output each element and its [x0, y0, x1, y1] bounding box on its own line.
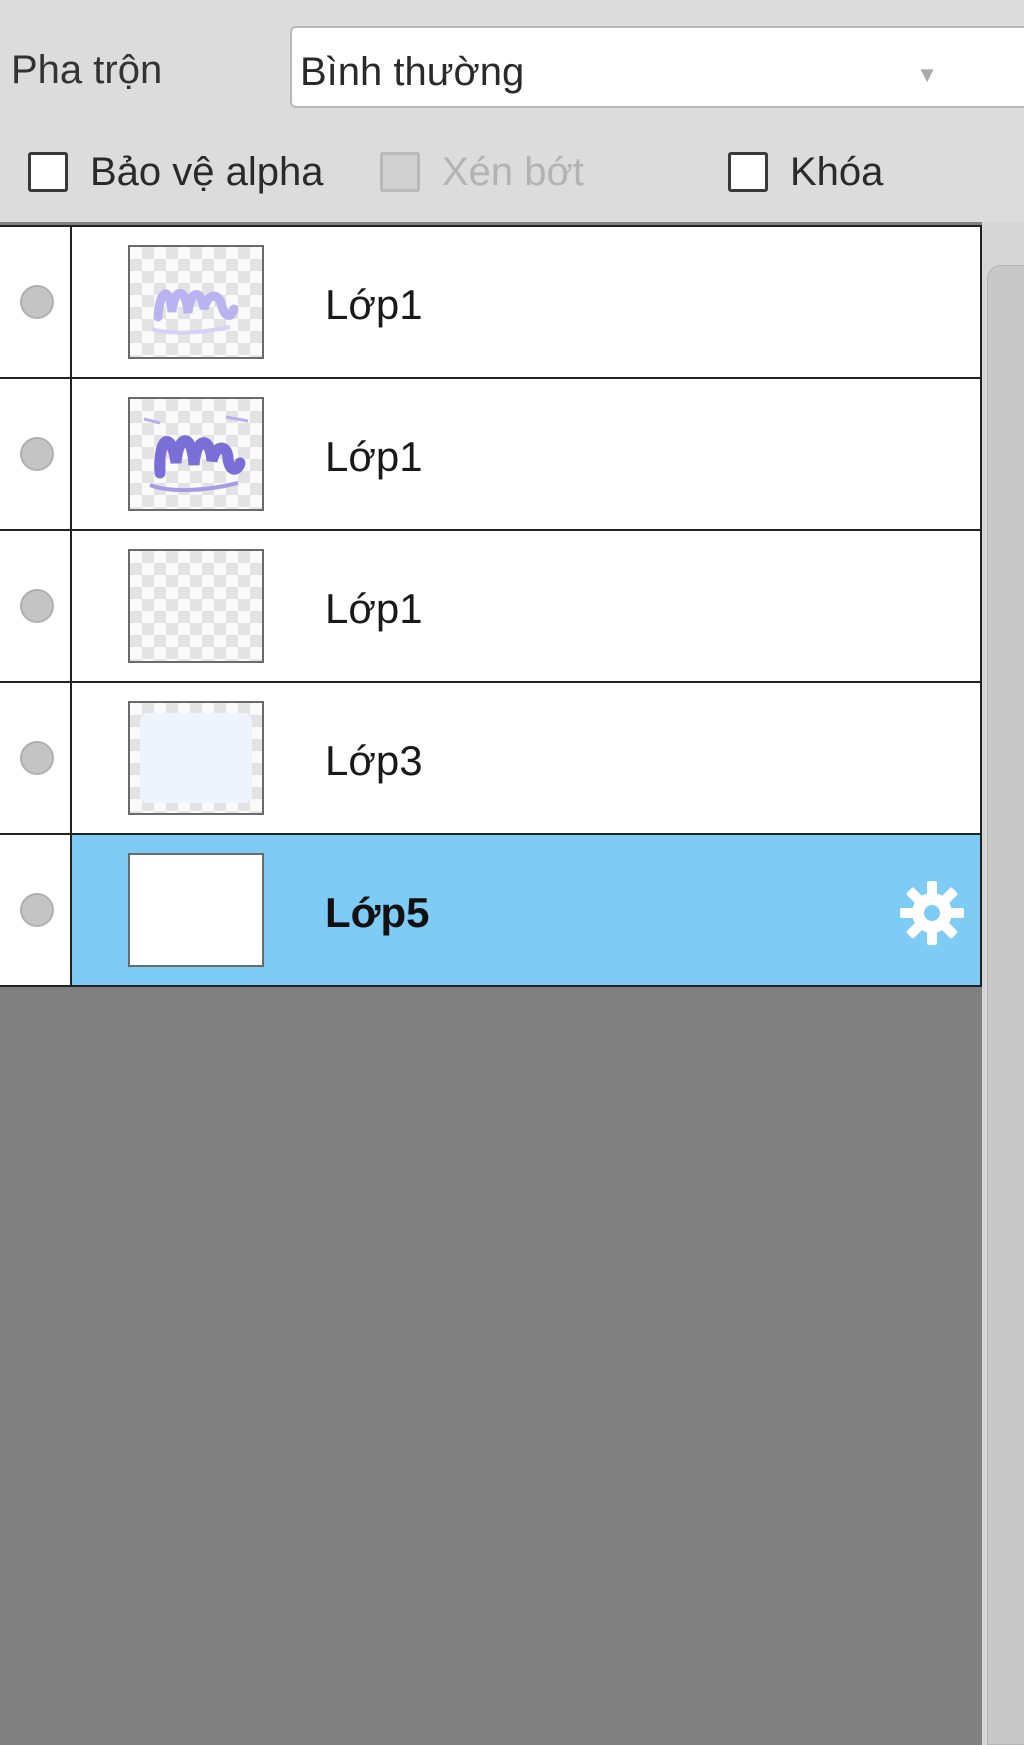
lock-checkbox[interactable]: [728, 152, 768, 192]
scribble-icon: [151, 288, 239, 335]
layer-properties-bar: Pha trộn Bình thường ▼ Bảo vệ alpha Xén …: [0, 0, 1024, 222]
visibility-dot-icon[interactable]: [20, 285, 54, 319]
blend-mode-select[interactable]: Bình thường ▼: [290, 26, 1024, 108]
layer-row[interactable]: Lớp1: [0, 227, 982, 379]
layer-row[interactable]: Lớp1: [0, 379, 982, 531]
layer-name: Lớp1: [325, 281, 423, 328]
layer-name: Lớp1: [325, 585, 423, 632]
layer-name: Lớp3: [325, 737, 423, 784]
layer-list: Lớp1 Lớp1 Lớp1 Lớp3 Lớp5: [0, 225, 982, 987]
blend-mode-value: Bình thường: [300, 50, 525, 94]
protect-alpha-checkbox[interactable]: [28, 152, 68, 192]
layer-row[interactable]: Lớp3: [0, 683, 982, 835]
gear-icon[interactable]: [896, 877, 968, 949]
layer-panel: Lớp1 Lớp1 Lớp1 Lớp3 Lớp5: [0, 222, 982, 1745]
layer-thumbnail: [128, 701, 264, 815]
protect-alpha-option[interactable]: Bảo vệ alpha: [28, 148, 324, 196]
scribble-icon: [143, 415, 249, 493]
visibility-column: [0, 683, 72, 833]
visibility-dot-icon[interactable]: [20, 741, 54, 775]
clipping-checkbox: [380, 152, 420, 192]
blend-mode-label: Pha trộn: [11, 48, 163, 92]
visibility-column: [0, 227, 72, 377]
visibility-dot-icon[interactable]: [20, 589, 54, 623]
clipping-option: Xén bớt: [380, 148, 584, 196]
layer-thumbnail: [128, 245, 264, 359]
visibility-dot-icon[interactable]: [20, 437, 54, 471]
visibility-column: [0, 379, 72, 529]
chevron-down-icon: ▼: [916, 62, 938, 87]
layer-row[interactable]: Lớp1: [0, 531, 982, 683]
lock-label: Khóa: [790, 149, 884, 194]
layer-thumbnail: [128, 853, 264, 967]
layer-name: Lớp1: [325, 433, 423, 480]
visibility-column: [0, 531, 72, 681]
layer-thumbnail: [128, 549, 264, 663]
scrollbar-thumb[interactable]: [987, 265, 1024, 1745]
visibility-dot-icon[interactable]: [20, 893, 54, 927]
thumbnail-fill: [140, 713, 252, 803]
layer-thumbnail: [128, 397, 264, 511]
layer-name: Lớp5: [325, 889, 430, 936]
lock-option[interactable]: Khóa: [728, 148, 883, 196]
clipping-label: Xén bớt: [442, 149, 584, 194]
visibility-column: [0, 835, 72, 985]
protect-alpha-label: Bảo vệ alpha: [90, 149, 324, 194]
layer-row-selected[interactable]: Lớp5: [0, 835, 982, 987]
